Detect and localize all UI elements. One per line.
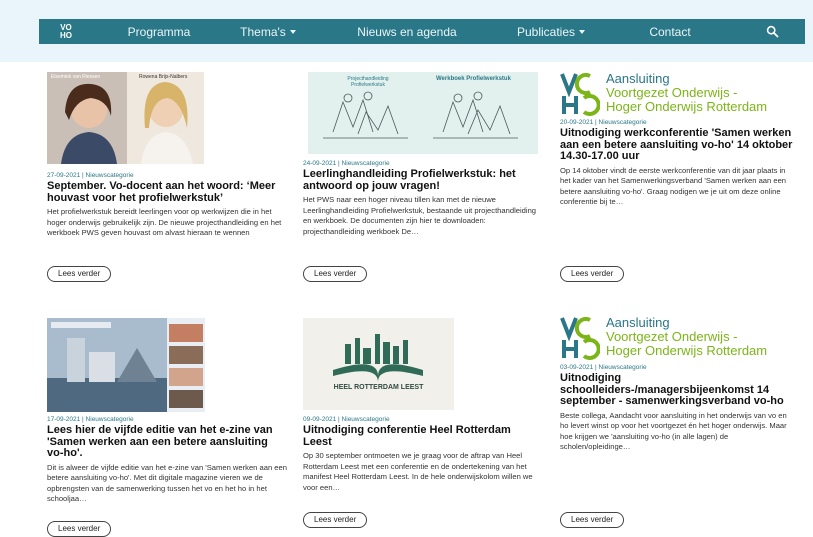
news-card: Projecthandleiding Profielwerkstuk Werkb…	[303, 72, 543, 237]
card-excerpt: Het profielwerkstuk bereidt leerlingen v…	[47, 207, 282, 237]
card-meta: 24-09-2021 | Nieuwscategorie	[303, 160, 390, 167]
card-excerpt: Het PWS naar een hoger niveau tillen kan…	[303, 195, 537, 236]
nav-item-label: Contact	[649, 24, 691, 39]
voho-logo-icon	[560, 317, 600, 360]
news-card: 17-09-2021 | Nieuwscategorie Lees hier d…	[47, 318, 292, 505]
voho-line2: Voortgezet Onderwijs -	[606, 329, 738, 344]
logo-bottom-text: HO	[60, 30, 72, 40]
image-text: HEEL ROTTERDAM LEEST	[333, 384, 424, 391]
heel-rotterdam-leest-image[interactable]: HEEL ROTTERDAM LEEST	[303, 318, 454, 410]
card-meta: 09-09-2021 | Nieuwscategorie	[303, 416, 390, 423]
nav-item-label: Thema's	[240, 24, 286, 39]
read-more-button[interactable]: Lees verder	[47, 266, 112, 282]
nav-item-label: Publicaties	[516, 24, 576, 39]
cover-title-left: Projecthandleiding Profielwerkstuk	[347, 76, 389, 88]
card-meta: 20-09-2021 | Nieuwscategorie	[560, 119, 647, 126]
cover-title-right: Werkboek Profielwerkstuk	[436, 76, 511, 82]
main-navigation: VO HO Programma Thema's Nieuws en agenda…	[39, 19, 805, 44]
read-more-button[interactable]: Lees verder	[47, 521, 112, 537]
nav-item-label: Nieuws en agenda	[357, 24, 457, 39]
voho-line1: Aansluiting	[606, 315, 670, 330]
read-more-button[interactable]: Lees verder	[560, 266, 625, 282]
read-more-button[interactable]: Lees verder	[303, 512, 368, 528]
voho-line2: Voortgezet Onderwijs -	[606, 85, 738, 100]
portraits-image[interactable]: Elsemiek van Riessen Rowena Brijs-Nalber…	[47, 72, 204, 164]
nav-item-programma[interactable]: Programma	[115, 19, 203, 44]
nav-item-publicaties[interactable]: Publicaties	[481, 19, 621, 44]
caret-down-icon	[289, 30, 296, 34]
read-more-button[interactable]: Lees verder	[560, 512, 625, 528]
voho-logo[interactable]: Aansluiting Voortgezet Onderwijs - Hoger…	[560, 316, 800, 360]
voho-line3: Hoger Onderwijs Rotterdam	[606, 99, 768, 114]
news-card: HEEL ROTTERDAM LEEST 09-09-2021 | Nieuws…	[303, 318, 543, 493]
card-title[interactable]: Uitnodiging conferentie Heel Rotterdam L…	[303, 424, 539, 448]
ezine-image[interactable]	[47, 318, 205, 412]
search-icon[interactable]	[766, 25, 779, 38]
nav-item-label: Programma	[127, 24, 191, 39]
voho-logo[interactable]: Aansluiting Voortgezet Onderwijs - Hoger…	[560, 72, 800, 116]
image-caption-right: Rowena Brijs-Nalbers	[139, 74, 188, 80]
ezine-screenshot	[47, 318, 205, 412]
card-meta: 03-09-2021 | Nieuwscategorie	[560, 364, 647, 371]
card-meta: 27-09-2021 | Nieuwscategorie	[47, 172, 134, 179]
read-more-button[interactable]: Lees verder	[303, 266, 368, 282]
news-card: Elsemiek van Riessen Rowena Brijs-Nalber…	[47, 72, 292, 239]
nav-item-nieuws-en-agenda[interactable]: Nieuws en agenda	[333, 19, 481, 44]
card-title[interactable]: Lees hier de vijfde editie van het e-zin…	[47, 424, 287, 460]
voho-line3: Hoger Onderwijs Rotterdam	[606, 343, 768, 358]
nav-item-themas[interactable]: Thema's	[203, 19, 333, 44]
card-excerpt: Op 14 oktober vindt de eerste werkconfer…	[560, 165, 787, 207]
caret-down-icon	[579, 30, 586, 34]
card-title[interactable]: Uitnodiging schoolleiders-/managersbijee…	[560, 372, 796, 408]
site-logo[interactable]: VO HO	[57, 23, 75, 41]
card-excerpt: Op 30 september ontmoeten we je graag vo…	[303, 451, 533, 492]
handbook-cover-image[interactable]: Projecthandleiding Profielwerkstuk Werkb…	[308, 72, 538, 154]
card-title[interactable]: September. Vo-docent aan het woord: ‘Mee…	[47, 180, 292, 204]
heel-rotterdam-leest-logo	[303, 318, 454, 410]
image-caption-left: Elsemiek van Riessen	[51, 74, 101, 80]
news-card: Aansluiting Voortgezet Onderwijs - Hoger…	[560, 316, 800, 453]
portraits-photo	[47, 72, 204, 164]
voho-logo-icon	[560, 73, 600, 116]
card-title[interactable]: Leerlinghandleiding Profielwerkstuk: het…	[303, 168, 539, 192]
voho-line1: Aansluiting	[606, 71, 670, 86]
nav-item-contact[interactable]: Contact	[621, 19, 719, 44]
card-excerpt: Beste collega, Aandacht voor aansluiting…	[560, 410, 787, 452]
news-card: Aansluiting Voortgezet Onderwijs - Hoger…	[560, 72, 800, 208]
card-excerpt: Dit is alweer de vijfde editie van het e…	[47, 462, 287, 504]
card-title[interactable]: Uitnodiging werkconferentie 'Samen werke…	[560, 127, 796, 163]
card-meta: 17-09-2021 | Nieuwscategorie	[47, 416, 134, 423]
